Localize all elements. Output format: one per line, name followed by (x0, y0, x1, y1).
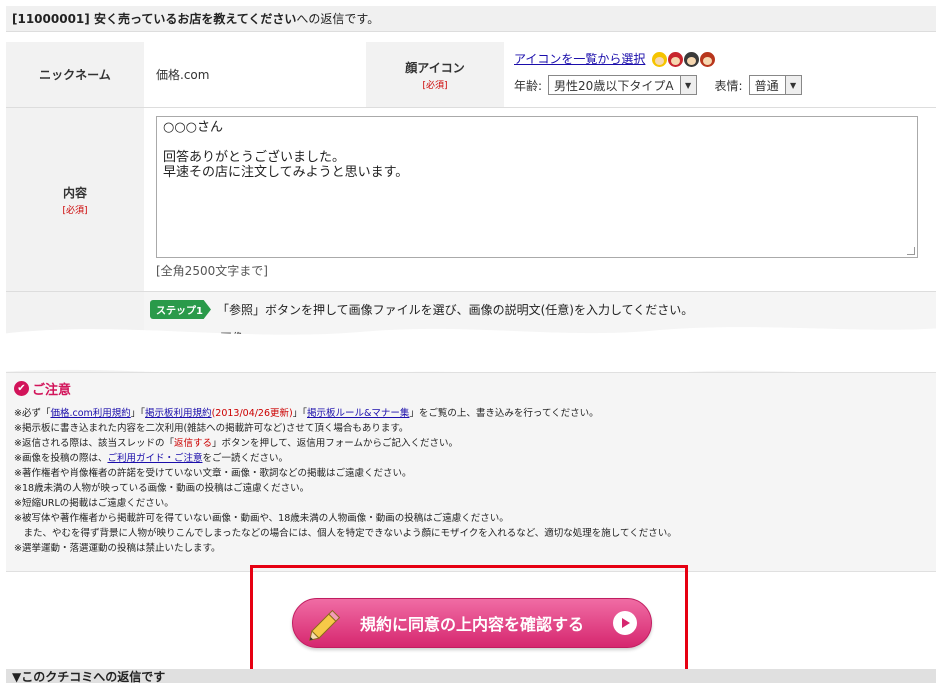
notice-text: をご一読ください。 (202, 453, 288, 464)
confirm-button[interactable]: 規約に同意の上内容を確認する (292, 598, 652, 648)
notice-item: ※必ず「価格.com利用規約」「掲示板利用規約(2013/04/26更新)」「掲… (14, 406, 928, 421)
notice-item: ※画像を投稿の際は、ご利用ガイド・ご注意をご一読ください。 (14, 451, 928, 466)
content-label: 内容 [必須] (6, 108, 144, 291)
usage-guide-link[interactable]: ご利用ガイド・ご注意 (107, 453, 202, 464)
notice-section: ✔ ご注意 ※必ず「価格.com利用規約」「掲示板利用規約(2013/04/26… (6, 372, 936, 572)
content-cell: ○○○さん 回答ありがとうございました。 早速その店に注文してみようと思います。… (144, 108, 936, 291)
required-mark: [必須] (62, 205, 88, 216)
notice-item: ※被写体や著作権者から掲載許可を得ていない画像・動画や、18歳未満の人物画像・動… (14, 513, 509, 524)
age-select-value: 男性20歳以下タイプA (554, 78, 674, 93)
select-arrow-icon: ▼ (679, 76, 696, 94)
face-icon-woman[interactable] (700, 52, 716, 67)
icon-list-link[interactable]: アイコンを一覧から選択 (514, 52, 645, 66)
pencil-icon (309, 609, 341, 641)
expression-label: 表情: (714, 78, 743, 93)
content-row: 内容 [必須] ○○○さん 回答ありがとうございました。 早速その店に注文してみ… (6, 108, 936, 292)
icon-options: 年齢: 男性20歳以下タイプA ▼ 表情: 普通 ▼ (514, 75, 926, 95)
notice-title-text: ご注意 (32, 383, 72, 398)
face-icon-label: 顔アイコン [必須] (366, 42, 504, 107)
nickname-value: 価格.com (144, 42, 366, 107)
nickname-row: ニックネーム 価格.com 顔アイコン [必須] アイコンを一覧から選択 年齢:… (6, 42, 936, 108)
notice-text: ※必ず「 (14, 408, 51, 419)
notice-text: ※画像を投稿の際は、 (14, 453, 108, 464)
notice-item: ※18歳未満の人物が映っている画像・動画の投稿はご遠慮ください。 (14, 483, 310, 494)
board-terms-link[interactable]: 掲示板利用規約 (145, 408, 212, 419)
content-textarea[interactable]: ○○○さん 回答ありがとうございました。 早速その店に注文してみようと思います。 (156, 116, 918, 258)
notice-text: 」「 (292, 408, 307, 419)
reply-suffix: への返信です。 (296, 12, 380, 26)
select-arrow-icon: ▼ (784, 76, 801, 94)
thread-title: [11000001] 安く売っているお店を教えてください (12, 12, 297, 26)
notice-item: ※著作権者や肖像権者の許諾を受けていない文章・画像・歌詞などの掲載はご遠慮くださ… (14, 468, 412, 479)
face-icon-man[interactable] (684, 52, 700, 67)
nickname-label-text: ニックネーム (39, 68, 111, 82)
notice-item: ※短縮URLの掲載はご遠慮ください。 (14, 498, 174, 509)
step-instructions: ステップ1 「参照」ボタンを押して画像ファイルを選び、画像の説明文(任意)を入力… (150, 300, 930, 319)
reply-button-name: 返信する (173, 438, 212, 449)
age-label: 年齢: (514, 78, 543, 93)
notice-text: ※返信される際は、該当スレッドの「 (14, 438, 174, 449)
expression-select-value: 普通 (754, 78, 779, 93)
reply-header: [11000001] 安く売っているお店を教えてくださいへの返信です。 (6, 6, 936, 32)
play-circle-icon (613, 611, 637, 635)
step-text: 「参照」ボタンを押して画像ファイルを選び、画像の説明文(任意)を入力してください… (216, 303, 694, 317)
face-icon-girl-red[interactable] (668, 52, 684, 67)
content-text: ○○○さん 回答ありがとうございました。 早速その店に注文してみようと思います。 (163, 120, 409, 180)
char-limit-note: [全角2500文字まで] (156, 264, 268, 278)
update-note: (2013/04/26更新) (211, 408, 293, 419)
notice-title: ✔ ご注意 (14, 379, 928, 398)
notice-text: 」「 (130, 408, 146, 419)
content-label-text: 内容 (62, 185, 87, 200)
resize-handle[interactable] (907, 247, 915, 255)
face-icon-label-text: 顔アイコン (405, 60, 465, 75)
notice-text: 」をご覧の上、書き込みを行ってください。 (409, 408, 599, 419)
notice-item: ※選挙運動・落選運動の投稿は禁止いたします。 (14, 543, 221, 554)
face-icon-boy-yellow[interactable] (652, 52, 668, 67)
notice-item: ※掲示板に書き込まれた内容を二次利用(雑誌への掲載許可など)させて頂く場合もあり… (14, 423, 409, 434)
notice-item: また、やむを得ず背景に人物が映りこんでしまったなどの場合には、個人を特定できない… (14, 528, 677, 539)
notice-item: ※返信される際は、該当スレッドの「返信する」ボタンを押して、返信用フォームからご… (14, 436, 928, 451)
nickname-label: ニックネーム (6, 42, 144, 107)
expression-select[interactable]: 普通 ▼ (748, 75, 802, 95)
terms-link[interactable]: 価格.com利用規約 (50, 408, 130, 419)
confirm-button-label: 規約に同意の上内容を確認する (359, 615, 584, 634)
check-circle-icon: ✔ (14, 381, 29, 396)
face-icon-selector: アイコンを一覧から選択 年齢: 男性20歳以下タイプA ▼ 表情: 普通 ▼ (504, 42, 936, 107)
reply-list-header: ▼このクチコミへの返信です (6, 669, 936, 683)
face-icon-preview (652, 52, 716, 67)
age-select[interactable]: 男性20歳以下タイプA ▼ (548, 75, 697, 95)
rules-manners-link[interactable]: 掲示板ルール&マナー集 (307, 408, 409, 419)
step-badge: ステップ1 (150, 300, 211, 319)
notice-list: ※必ず「価格.com利用規約」「掲示板利用規約(2013/04/26更新)」「掲… (14, 406, 928, 556)
required-mark: [必須] (422, 80, 448, 91)
notice-text: 」ボタンを押して、返信用フォームからご記入ください。 (211, 438, 458, 449)
